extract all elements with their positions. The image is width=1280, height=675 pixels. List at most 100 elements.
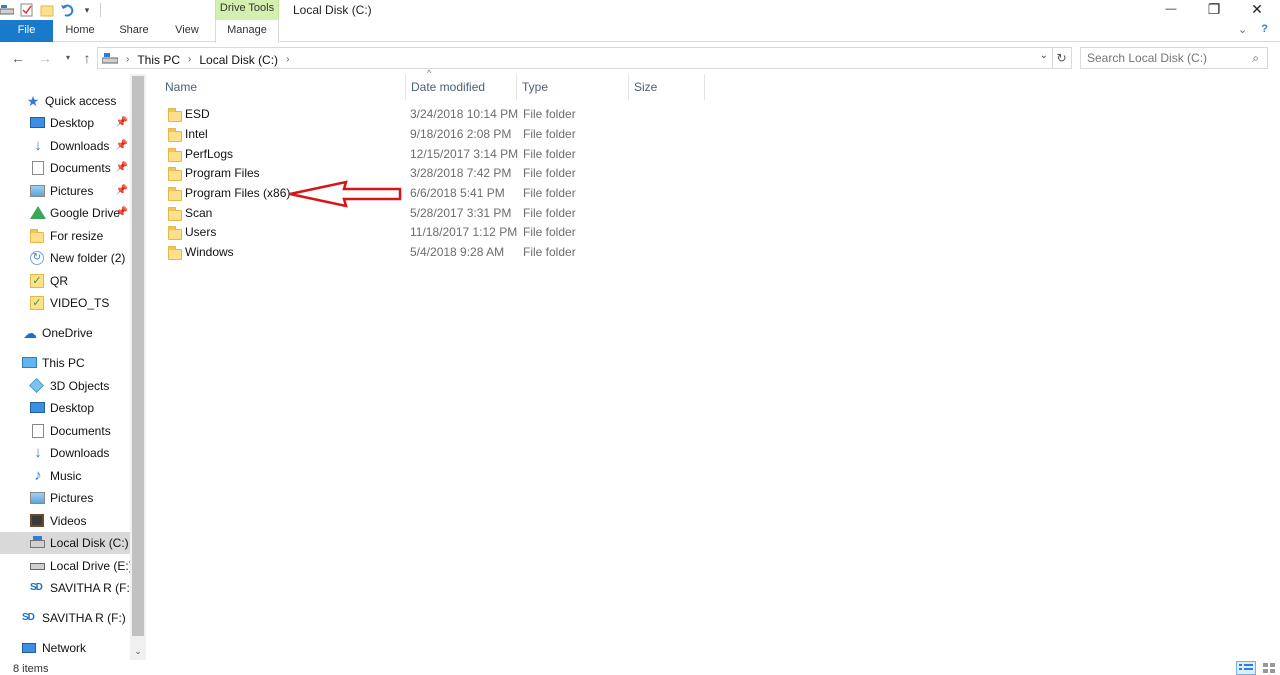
- address-bar[interactable]: › This PC › Local Disk (C:) › ⌄: [97, 47, 1053, 69]
- file-type: File folder: [523, 245, 576, 259]
- search-box[interactable]: ⌕: [1080, 47, 1268, 69]
- recent-locations-icon[interactable]: ▾: [60, 50, 76, 66]
- pin-icon[interactable]: 📌: [116, 140, 128, 151]
- minimize-button[interactable]: —: [1149, 0, 1193, 20]
- close-button[interactable]: ✕: [1235, 0, 1279, 20]
- nav-item-local-drive-e[interactable]: Local Drive (E:): [0, 555, 133, 577]
- scrollbar-thumb[interactable]: [132, 76, 144, 636]
- column-header-name[interactable]: Name: [160, 74, 406, 100]
- qat-separator: [100, 3, 101, 17]
- nav-this-pc[interactable]: This PC: [0, 352, 130, 374]
- file-type: File folder: [523, 166, 576, 180]
- nav-item-video-ts[interactable]: ✓ VIDEO_TS: [0, 292, 130, 314]
- nav-label: Music: [50, 469, 82, 483]
- file-row-windows[interactable]: Windows 5/4/2018 9:28 AM File folder: [162, 242, 862, 262]
- search-input[interactable]: [1081, 48, 1241, 68]
- tab-file[interactable]: File: [0, 20, 53, 42]
- chevron-down-icon[interactable]: ⌄: [1238, 23, 1247, 36]
- search-icon[interactable]: ⌕: [1252, 51, 1259, 66]
- breadcrumb-separator-icon[interactable]: ›: [126, 54, 129, 65]
- breadcrumb-separator-icon[interactable]: ›: [188, 54, 191, 65]
- nav-item-documents[interactable]: Documents 📌: [0, 157, 130, 179]
- breadcrumb-this-pc[interactable]: This PC: [137, 53, 180, 67]
- tab-share[interactable]: Share: [117, 20, 151, 42]
- file-name: Program Files: [185, 166, 260, 180]
- file-row-program-files-x86[interactable]: Program Files (x86) 6/6/2018 5:41 PM Fil…: [162, 183, 862, 203]
- forward-arrow-icon[interactable]: →: [37, 50, 53, 66]
- downloads-icon: ↓: [34, 444, 42, 461]
- ribbon-controls: ⌄ ?: [1238, 23, 1268, 36]
- file-row-users[interactable]: Users 11/18/2017 1:12 PM File folder: [162, 222, 862, 242]
- maximize-button[interactable]: ❐: [1192, 0, 1236, 20]
- nav-scrollbar[interactable]: ⌄: [130, 74, 146, 660]
- nav-item-videos[interactable]: Videos: [0, 510, 130, 532]
- nav-item-google-drive[interactable]: Google Drive 📌: [0, 202, 130, 224]
- nav-item-music[interactable]: ♪ Music: [0, 465, 130, 487]
- pictures-icon: [30, 183, 46, 199]
- file-list: ^ Name Date modified Type Size ESD 3/24/…: [150, 68, 1280, 660]
- nav-label: QR: [50, 274, 68, 288]
- tab-home[interactable]: Home: [64, 20, 96, 42]
- details-view-icon[interactable]: [1236, 661, 1256, 675]
- tab-manage[interactable]: Manage: [215, 20, 279, 43]
- refresh-button[interactable]: ↻: [1052, 47, 1072, 69]
- file-row-intel[interactable]: Intel 9/18/2016 2:08 PM File folder: [162, 124, 862, 144]
- folder-icon: [168, 187, 182, 201]
- large-icons-view-icon[interactable]: [1262, 661, 1276, 675]
- file-date: 12/15/2017 3:14 PM: [410, 147, 519, 161]
- undo-icon[interactable]: [60, 3, 74, 17]
- nav-label: 3D Objects: [50, 379, 110, 393]
- breadcrumb-local-disk[interactable]: Local Disk (C:): [199, 53, 278, 67]
- nav-item-new-folder-2[interactable]: ↻ New folder (2): [0, 247, 130, 269]
- file-row-perflogs[interactable]: PerfLogs 12/15/2017 3:14 PM File folder: [162, 144, 862, 164]
- nav-item-for-resize[interactable]: For resize: [0, 225, 130, 247]
- nav-label: SAVITHA R (F:): [50, 581, 134, 595]
- column-header-date-modified[interactable]: Date modified: [406, 74, 517, 100]
- tab-view[interactable]: View: [172, 20, 202, 42]
- onedrive-icon: ☁: [23, 325, 37, 341]
- local-disk-icon: [30, 535, 46, 551]
- pictures-icon: [30, 490, 46, 506]
- nav-quick-access[interactable]: ★ Quick access: [0, 90, 130, 112]
- nav-item-desktop[interactable]: Desktop 📌: [0, 112, 130, 134]
- nav-item-3d-objects[interactable]: 3D Objects: [0, 375, 130, 397]
- pin-icon[interactable]: 📌: [116, 117, 128, 128]
- nav-item-downloads[interactable]: ↓ Downloads 📌: [0, 135, 130, 157]
- address-dropdown-icon[interactable]: ⌄: [1040, 50, 1048, 61]
- nav-label: New folder (2): [50, 251, 126, 265]
- nav-removable-savitha-f[interactable]: SD SAVITHA R (F:): [0, 607, 130, 629]
- customize-qat-icon[interactable]: ▾: [80, 3, 94, 17]
- nav-item-savitha-f[interactable]: SD SAVITHA R (F:): [0, 577, 134, 599]
- file-row-esd[interactable]: ESD 3/24/2018 10:14 PM File folder: [162, 104, 862, 124]
- nav-onedrive[interactable]: ☁ OneDrive: [0, 322, 130, 344]
- pin-icon[interactable]: 📌: [116, 207, 128, 218]
- folder-icon: [168, 148, 182, 162]
- nav-item-desktop-pc[interactable]: Desktop: [0, 397, 130, 419]
- new-folder-icon[interactable]: [40, 3, 54, 17]
- pin-icon[interactable]: 📌: [116, 185, 128, 196]
- nav-item-downloads-pc[interactable]: ↓ Downloads: [0, 442, 130, 464]
- nav-item-pictures[interactable]: Pictures 📌: [0, 180, 130, 202]
- file-row-program-files[interactable]: Program Files 3/28/2018 7:42 PM File fol…: [162, 163, 862, 183]
- file-row-scan[interactable]: Scan 5/28/2017 3:31 PM File folder: [162, 203, 862, 223]
- nav-network[interactable]: Network: [0, 637, 130, 659]
- nav-item-documents-pc[interactable]: Documents: [0, 420, 130, 442]
- file-date: 6/6/2018 5:41 PM: [410, 186, 505, 200]
- help-icon[interactable]: ?: [1261, 23, 1268, 36]
- nav-label: OneDrive: [42, 326, 93, 340]
- scroll-down-icon[interactable]: ⌄: [130, 644, 146, 658]
- column-header-size[interactable]: Size: [629, 74, 705, 100]
- nav-item-pictures-pc[interactable]: Pictures: [0, 487, 130, 509]
- up-arrow-icon[interactable]: ↑: [79, 50, 95, 66]
- pin-icon[interactable]: 📌: [116, 162, 128, 173]
- file-name: PerfLogs: [185, 147, 234, 161]
- hard-drive-icon: [30, 558, 46, 574]
- breadcrumb-separator-icon[interactable]: ›: [286, 54, 289, 65]
- file-date: 3/24/2018 10:14 PM: [410, 107, 519, 121]
- nav-item-qr[interactable]: ✓ QR: [0, 270, 130, 292]
- nav-item-local-disk-c[interactable]: Local Disk (C:): [0, 532, 130, 554]
- back-arrow-icon[interactable]: ←: [10, 50, 26, 66]
- file-name: Windows: [185, 245, 234, 259]
- column-header-type[interactable]: Type: [517, 74, 629, 100]
- properties-icon[interactable]: [20, 3, 34, 17]
